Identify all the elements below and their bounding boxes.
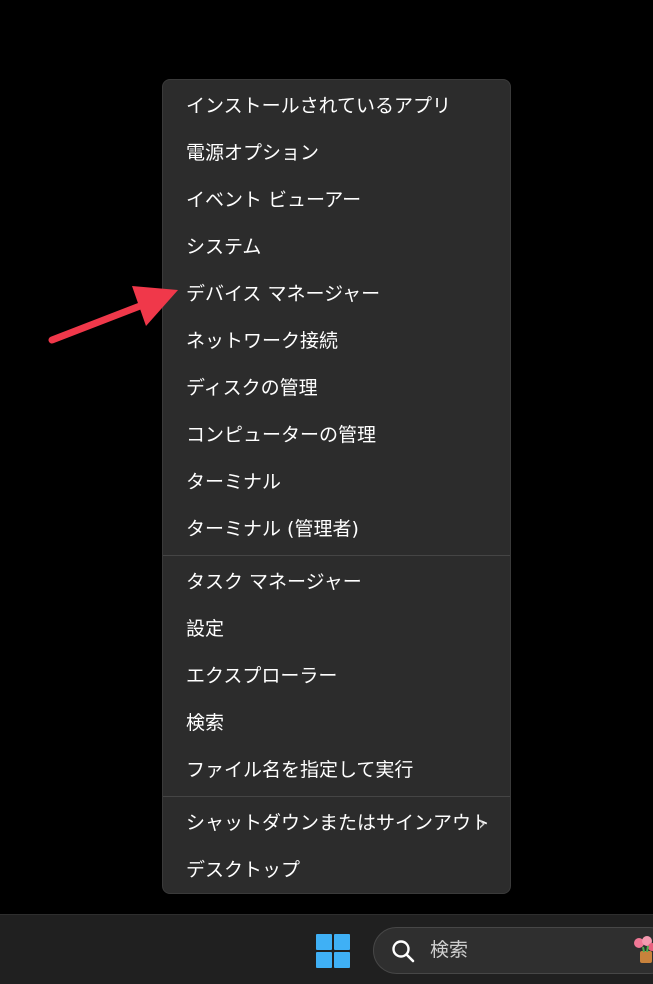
start-button[interactable] — [314, 932, 352, 970]
desktop-screen: インストールされているアプリ 電源オプション イベント ビューアー システム デバイス … — [0, 0, 653, 984]
taskbar: 検索 — [0, 914, 653, 984]
red-arrow-annotation — [48, 286, 178, 344]
arrow-shaft — [48, 302, 144, 344]
search-label: 検索 — [430, 939, 469, 961]
windows-logo-icon — [316, 934, 350, 968]
taskbar-search-box[interactable]: 検索 — [373, 927, 653, 974]
search-icon — [392, 940, 415, 963]
flower-icon[interactable] — [632, 935, 653, 965]
